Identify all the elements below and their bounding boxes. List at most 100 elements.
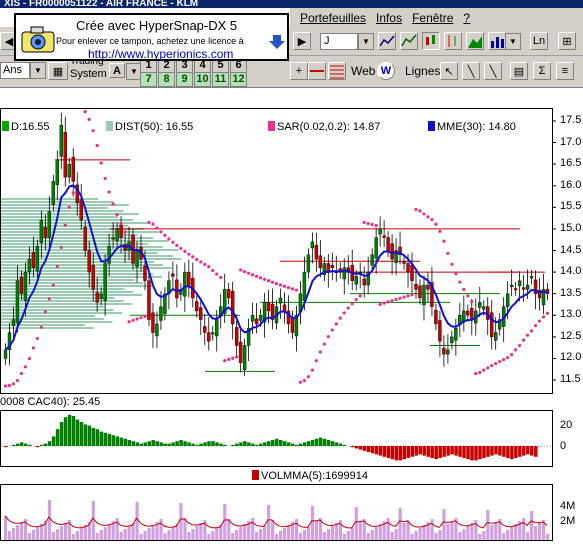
osc-bar [251,443,255,446]
sar-dot [199,260,203,264]
osc-bar [486,446,490,457]
osc-bar [302,442,307,446]
volume-bar [358,522,362,540]
volume-bar [227,519,231,540]
volume-bar [15,525,20,540]
candle-body [410,264,414,281]
sar-dot [537,319,542,323]
osc-bar [494,446,498,455]
dist-bar [1,237,154,239]
sar-dot [43,310,47,314]
osc-bar [414,446,418,456]
sar-dot [55,264,59,269]
sar-dot [406,294,410,298]
volume-bar [103,527,107,540]
volume-bar [191,529,195,540]
price-tick-label: 15.5 [560,200,582,213]
osc-bar [219,443,223,446]
candle-body [159,306,163,321]
osc-bar [462,446,466,458]
sar-dot [231,356,235,360]
sar-dot [95,143,99,148]
sar-dot [59,245,63,249]
osc-bar [107,434,112,446]
candle-body [151,312,155,333]
candle-body [135,250,139,268]
candle-body [3,349,8,359]
osc-bar [135,442,140,446]
candle-body [386,237,390,251]
volume-bar [7,531,12,540]
candle-body [402,261,406,264]
candle-body [290,316,295,333]
candle-body [466,310,470,316]
candle-body [422,284,426,306]
volume-bar [446,524,450,540]
osc-tick-0: 0 [560,440,567,452]
sar-dot [127,320,131,324]
osc-bar [191,443,195,446]
osc-bar [255,444,259,446]
sar-dot [374,223,378,228]
vol-tick-2m: 2M [560,515,576,527]
osc-bar [458,446,462,457]
osc-bar [79,422,84,446]
sar-dot [119,222,123,226]
osc-bar [59,422,64,446]
osc-bar [163,443,167,446]
sar-dot [518,343,522,348]
candle-body [354,276,358,285]
volume-bar [474,520,478,540]
price-chart[interactable] [0,0,583,547]
candle-body [43,226,48,238]
sar-dot [23,365,28,369]
sar-dot [318,350,322,354]
candle-body [195,301,199,312]
sar-dot [171,240,175,244]
volma-swatch-icon [252,470,259,480]
dist-bar [1,285,152,287]
candle-body [470,308,474,320]
volume-bar [458,532,462,540]
price-tick-label: 17.0 [560,135,582,148]
osc-bar [410,446,414,457]
osc-bar [167,443,171,446]
volume-bar [470,523,474,540]
sar-dot [15,379,20,383]
candle-body [374,237,378,259]
volume-bar [374,527,378,540]
osc-bar [478,446,482,460]
candle-body [199,307,203,320]
candle-body [187,271,191,286]
osc-bar [474,446,478,461]
sar-dot [258,276,263,280]
candle-body [31,252,36,268]
volume-bar [59,526,63,540]
volume-bar [370,530,374,540]
sar-dot [545,311,550,316]
volume-bar [47,500,52,540]
candle-body [406,263,410,273]
candle-body [39,220,44,243]
volume-bar [326,529,331,540]
osc-bar [330,441,335,446]
osc-bar [438,446,442,458]
price-tick-label: 14.5 [560,243,582,256]
volume-bar [354,507,358,540]
volume-bar [27,533,32,540]
price-tick-label: 14.0 [560,265,582,278]
candle-body [203,326,207,333]
osc-bar [195,444,199,446]
volume-bar [123,529,127,540]
volume-bar [139,534,143,540]
sar-dot [167,237,171,241]
volume-bar [286,525,291,540]
osc-bar [259,443,263,446]
sar-dot [466,294,470,298]
osc-bar [199,443,203,446]
candle-body [207,332,211,342]
volume-bar [294,519,299,540]
sar-dot [498,359,502,364]
volume-bar [267,505,271,540]
sar-dot [346,306,350,310]
